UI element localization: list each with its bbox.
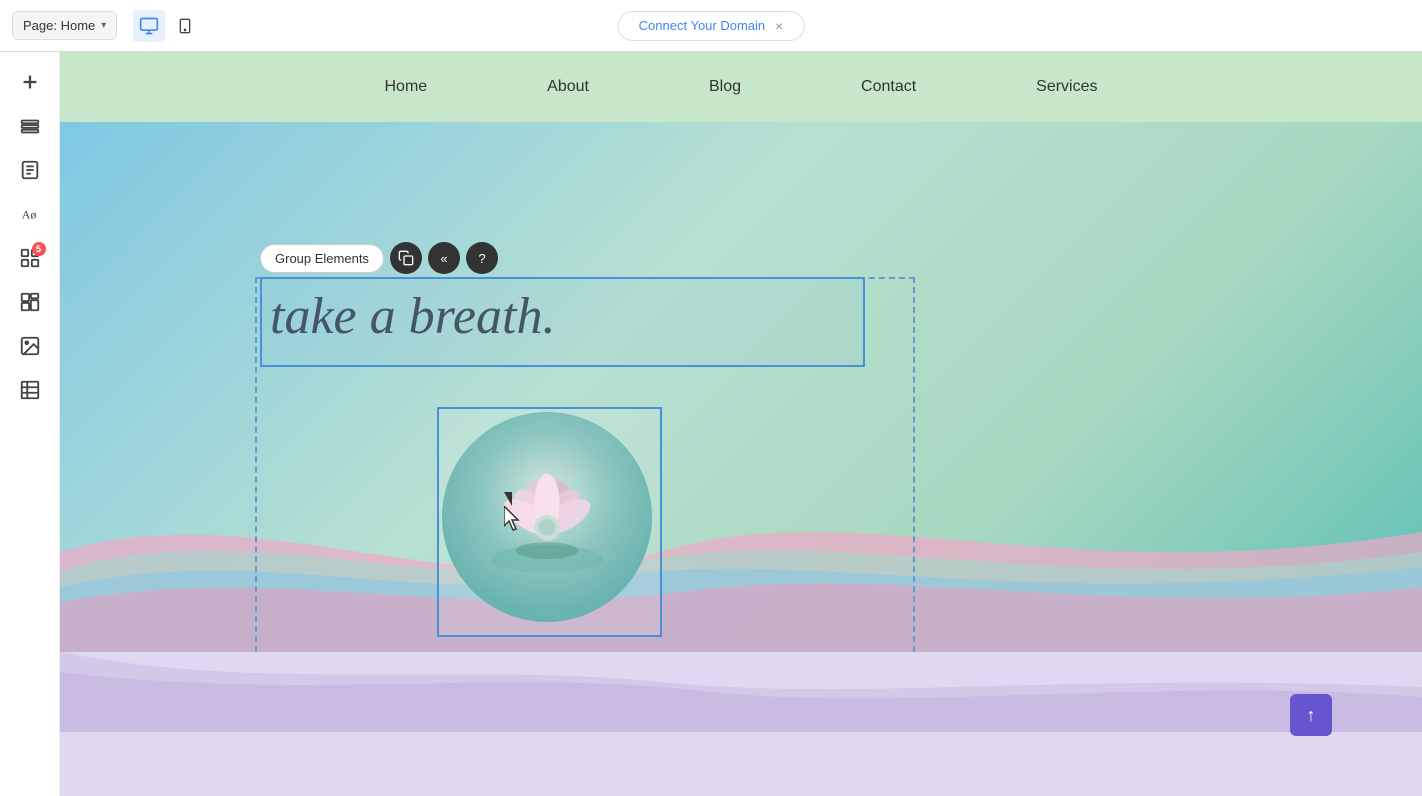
- top-bar: Page: Home ▾ Connect Your Domain ×: [0, 0, 1422, 52]
- main-layout: Aø 5 Home About: [0, 52, 1422, 796]
- nav-item-contact[interactable]: Contact: [801, 52, 976, 122]
- themes-icon[interactable]: Aø: [12, 196, 48, 232]
- canvas-area: Home About Blog Contact Services: [60, 52, 1422, 796]
- site-nav: Home About Blog Contact Services: [60, 52, 1422, 122]
- table-icon[interactable]: [12, 372, 48, 408]
- widgets-icon[interactable]: [12, 284, 48, 320]
- domain-tab-label: Connect Your Domain: [639, 18, 765, 33]
- hero-text[interactable]: take a breath.: [270, 287, 555, 346]
- scroll-to-top-button[interactable]: ↑: [1290, 694, 1332, 736]
- apps-icon[interactable]: 5: [12, 240, 48, 276]
- copy-button[interactable]: [390, 242, 422, 274]
- nav-item-blog[interactable]: Blog: [649, 52, 801, 122]
- page-label: Page: Home: [23, 18, 95, 33]
- media-icon[interactable]: [12, 328, 48, 364]
- pages-icon[interactable]: [12, 152, 48, 188]
- nav-item-about[interactable]: About: [487, 52, 649, 122]
- apps-badge: 5: [32, 242, 46, 256]
- left-sidebar: Aø 5: [0, 52, 60, 796]
- help-button[interactable]: ?: [466, 242, 498, 274]
- nav-item-services[interactable]: Services: [976, 52, 1157, 122]
- nav-item-home[interactable]: Home: [324, 52, 487, 122]
- chevron-down-icon: ▾: [101, 20, 106, 31]
- bottom-section: [60, 652, 1422, 796]
- layers-icon[interactable]: [12, 108, 48, 144]
- back-button[interactable]: «: [428, 242, 460, 274]
- domain-tab-close[interactable]: ×: [775, 18, 783, 34]
- hero-section: Group Elements « ? take a breath: [60, 122, 1422, 652]
- page-selector[interactable]: Page: Home ▾: [12, 11, 117, 40]
- group-toolbar: Group Elements « ?: [260, 242, 498, 274]
- lotus-image[interactable]: [442, 412, 652, 622]
- mobile-device-button[interactable]: [169, 10, 201, 42]
- add-element-icon[interactable]: [12, 64, 48, 100]
- bottom-wave: [60, 652, 1422, 732]
- svg-text:Aø: Aø: [21, 208, 36, 222]
- desktop-device-button[interactable]: [133, 10, 165, 42]
- domain-tab: Connect Your Domain ×: [618, 11, 805, 41]
- website-preview: Home About Blog Contact Services: [60, 52, 1422, 796]
- device-toggle: [133, 10, 201, 42]
- group-elements-button[interactable]: Group Elements: [260, 244, 384, 273]
- lotus-svg: [477, 447, 617, 587]
